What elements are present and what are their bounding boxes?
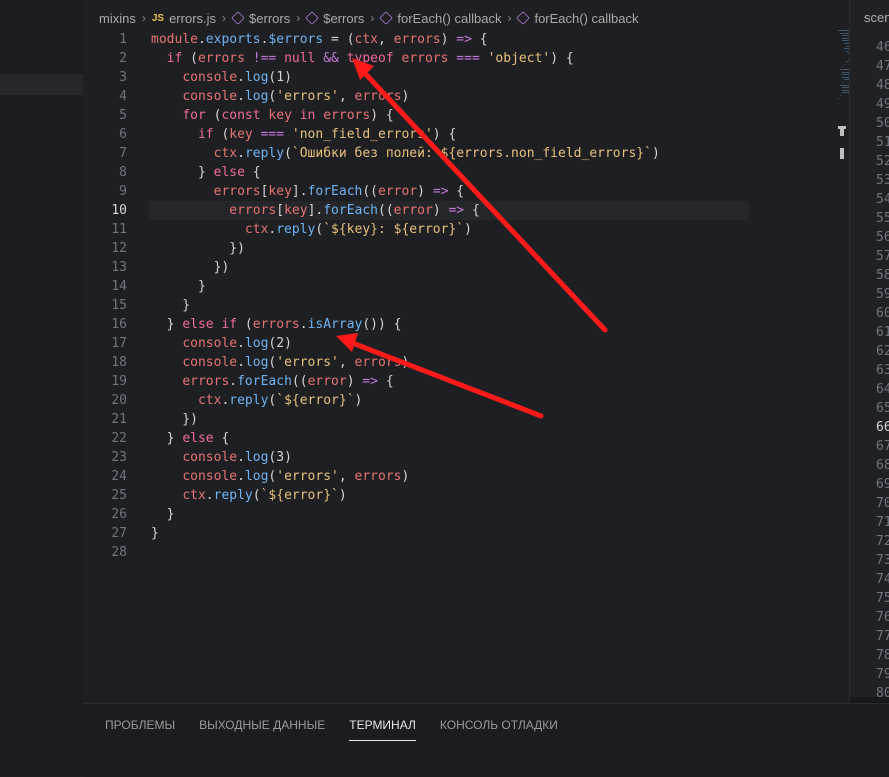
annotation-arrow [357, 65, 608, 333]
annotation-arrow [347, 339, 544, 419]
annotation-arrowhead [336, 333, 358, 352]
annotation-overlay [336, 58, 608, 419]
